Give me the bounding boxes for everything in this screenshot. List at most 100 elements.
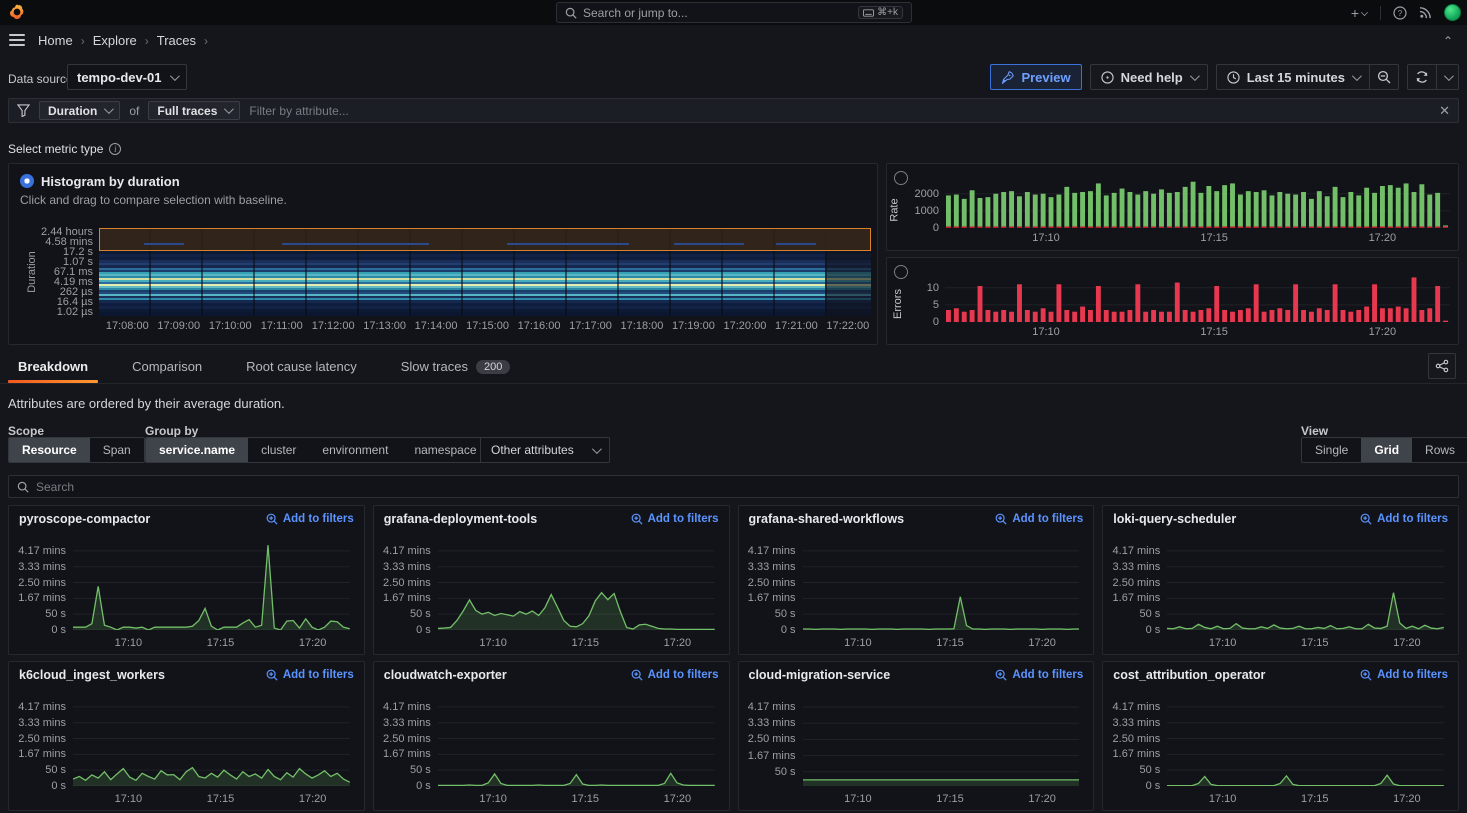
heatmap-y-axis: 2.44 hours4.58 mins17.2 s1.07 s67.1 ms4.… [9, 228, 93, 316]
add-to-filters-button[interactable]: Add to filters [266, 669, 354, 681]
grafana-deployment-tools-plot[interactable] [438, 542, 715, 630]
duration-filter-select[interactable]: Duration [39, 101, 120, 120]
service-card-header: grafana-deployment-toolsAdd to filters [374, 506, 729, 532]
menu-toggle-icon[interactable] [9, 34, 25, 48]
cost_attribution_operator-y-axis: 4.17 mins3.33 mins2.50 mins1.67 mins50 s… [1103, 698, 1160, 786]
duration-heatmap[interactable] [99, 228, 871, 316]
service-card-title: loki-query-scheduler [1113, 512, 1236, 526]
full-traces-select[interactable]: Full traces [148, 101, 240, 120]
errors-y-tick: 0 [933, 316, 939, 328]
global-search-input[interactable]: Search or jump to... ⌘+k [556, 2, 912, 23]
cost_attribution_operator-y-tick: 2.50 mins [1113, 733, 1161, 745]
close-filter-icon[interactable]: ✕ [1439, 103, 1450, 119]
loki-query-scheduler-plot[interactable] [1167, 542, 1444, 630]
view-option-Single[interactable]: Single [1302, 438, 1361, 462]
service-card-header: cloud-migration-serviceAdd to filters [739, 662, 1094, 688]
grafana-shared-workflows-x-tick: 17:15 [936, 637, 964, 649]
grafana-shared-workflows-plot[interactable] [803, 542, 1080, 630]
share-button[interactable] [1428, 353, 1456, 379]
add-to-filters-button[interactable]: Add to filters [1360, 669, 1448, 681]
errors-x-tick: 17:20 [1369, 326, 1397, 338]
heatmap-selection-cell [282, 243, 372, 245]
add-to-filters-button[interactable]: Add to filters [631, 513, 719, 525]
cloudwatch-exporter-y-tick: 1.67 mins [383, 748, 431, 760]
k6cloud_ingest_workers-y-tick: 4.17 mins [18, 701, 66, 713]
breakdown-search-input[interactable]: Search [8, 475, 1459, 498]
need-help-button[interactable]: Need help [1090, 64, 1208, 90]
service-chart: 4.17 mins3.33 mins2.50 mins1.67 mins50 s… [374, 534, 729, 654]
breadcrumb-item-traces[interactable]: Traces [157, 33, 196, 48]
grafana-deployment-tools-x-tick: 17:15 [571, 637, 599, 649]
pyroscope-compactor-plot[interactable] [73, 542, 350, 630]
refresh-interval-dropdown[interactable] [1437, 64, 1459, 90]
histogram-radio-selected[interactable] [20, 174, 34, 188]
add-to-filters-label: Add to filters [283, 669, 354, 681]
new-item-button[interactable]: + [1351, 5, 1368, 21]
loki-query-scheduler-x-axis: 17:1017:1517:20 [1167, 637, 1444, 651]
scope-option-Span[interactable]: Span [90, 438, 144, 462]
other-attributes-select[interactable]: Other attributes [480, 437, 610, 463]
service-card-title: cloudwatch-exporter [384, 668, 507, 682]
loki-query-scheduler-x-tick: 17:10 [1209, 637, 1237, 649]
view-option-Grid[interactable]: Grid [1361, 438, 1412, 462]
cloudwatch-exporter-y-tick: 3.33 mins [383, 717, 431, 729]
cloud-migration-service-x-tick: 17:20 [1028, 793, 1056, 805]
breadcrumb-item-home[interactable]: Home [38, 33, 73, 48]
cost_attribution_operator-plot[interactable] [1167, 698, 1444, 786]
filter-plus-icon [995, 513, 1007, 525]
zoom-out-time-button[interactable] [1370, 64, 1399, 90]
breadcrumb-item-explore[interactable]: Explore [93, 33, 137, 48]
tab-slow-traces[interactable]: Slow traces200 [391, 350, 521, 383]
k6cloud_ingest_workers-y-tick: 2.50 mins [18, 733, 66, 745]
loki-query-scheduler-x-tick: 17:15 [1301, 637, 1329, 649]
groupby-option-service-name[interactable]: service.name [146, 438, 248, 462]
breadcrumb-separator: › [145, 34, 149, 48]
tab-root-cause-latency[interactable]: Root cause latency [236, 350, 367, 383]
grafana-logo[interactable] [8, 3, 26, 21]
scope-option-Resource[interactable]: Resource [9, 438, 90, 462]
loki-query-scheduler-y-tick: 4.17 mins [1113, 545, 1161, 557]
cloud-migration-service-y-tick: 2.50 mins [748, 733, 796, 745]
tab-breakdown[interactable]: Breakdown [8, 350, 98, 383]
heatmap-selection-box[interactable] [99, 228, 871, 251]
filter-attribute-input[interactable]: Filter by attribute... [249, 104, 348, 118]
groupby-option-cluster[interactable]: cluster [248, 438, 309, 462]
add-to-filters-button[interactable]: Add to filters [995, 669, 1083, 681]
add-to-filters-button[interactable]: Add to filters [995, 513, 1083, 525]
pyroscope-compactor-y-tick: 50 s [45, 608, 66, 620]
data-source-select[interactable]: tempo-dev-01 [67, 64, 187, 90]
add-to-filters-button[interactable]: Add to filters [1360, 513, 1448, 525]
news-icon[interactable] [1419, 6, 1432, 19]
cloudwatch-exporter-plot[interactable] [438, 698, 715, 786]
filter-plus-icon [266, 669, 278, 681]
add-to-filters-button[interactable]: Add to filters [266, 513, 354, 525]
service-chart: 4.17 mins3.33 mins2.50 mins1.67 mins50 s… [739, 690, 1094, 810]
histogram-duration-panel: Histogram by duration Click and drag to … [8, 163, 878, 345]
k6cloud_ingest_workers-y-tick: 50 s [45, 764, 66, 776]
cost_attribution_operator-y-tick: 4.17 mins [1113, 701, 1161, 713]
heatmap-x-axis: 17:08:0017:09:0017:10:0017:11:0017:12:00… [99, 320, 871, 334]
rate-plot[interactable] [945, 180, 1450, 228]
filter-plus-icon [266, 513, 278, 525]
user-avatar[interactable] [1444, 4, 1461, 21]
heatmap-x-tick: 17:21:00 [775, 320, 818, 332]
collapse-section-icon[interactable]: ⌃ [1443, 34, 1453, 48]
tab-comparison[interactable]: Comparison [122, 350, 212, 383]
errors-plot[interactable] [945, 274, 1450, 322]
preview-button[interactable]: Preview [990, 64, 1081, 90]
pyroscope-compactor-x-axis: 17:1017:1517:20 [73, 637, 350, 651]
service-chart: 4.17 mins3.33 mins2.50 mins1.67 mins50 s… [9, 690, 364, 810]
service-card-title: pyroscope-compactor [19, 512, 150, 526]
help-icon[interactable]: ? [1393, 6, 1407, 20]
breadcrumb-bar: Home›Explore›Traces› ⌃ [0, 25, 1467, 58]
keyboard-icon [863, 9, 874, 17]
time-range-picker[interactable]: Last 15 minutes [1216, 64, 1370, 90]
pyroscope-compactor-y-tick: 3.33 mins [18, 561, 66, 573]
view-option-Rows[interactable]: Rows [1412, 438, 1467, 462]
groupby-option-environment[interactable]: environment [309, 438, 401, 462]
refresh-button[interactable] [1407, 64, 1437, 90]
groupby-option-namespace[interactable]: namespace [401, 438, 489, 462]
k6cloud_ingest_workers-plot[interactable] [73, 698, 350, 786]
cloud-migration-service-plot[interactable] [803, 698, 1080, 786]
add-to-filters-button[interactable]: Add to filters [631, 669, 719, 681]
